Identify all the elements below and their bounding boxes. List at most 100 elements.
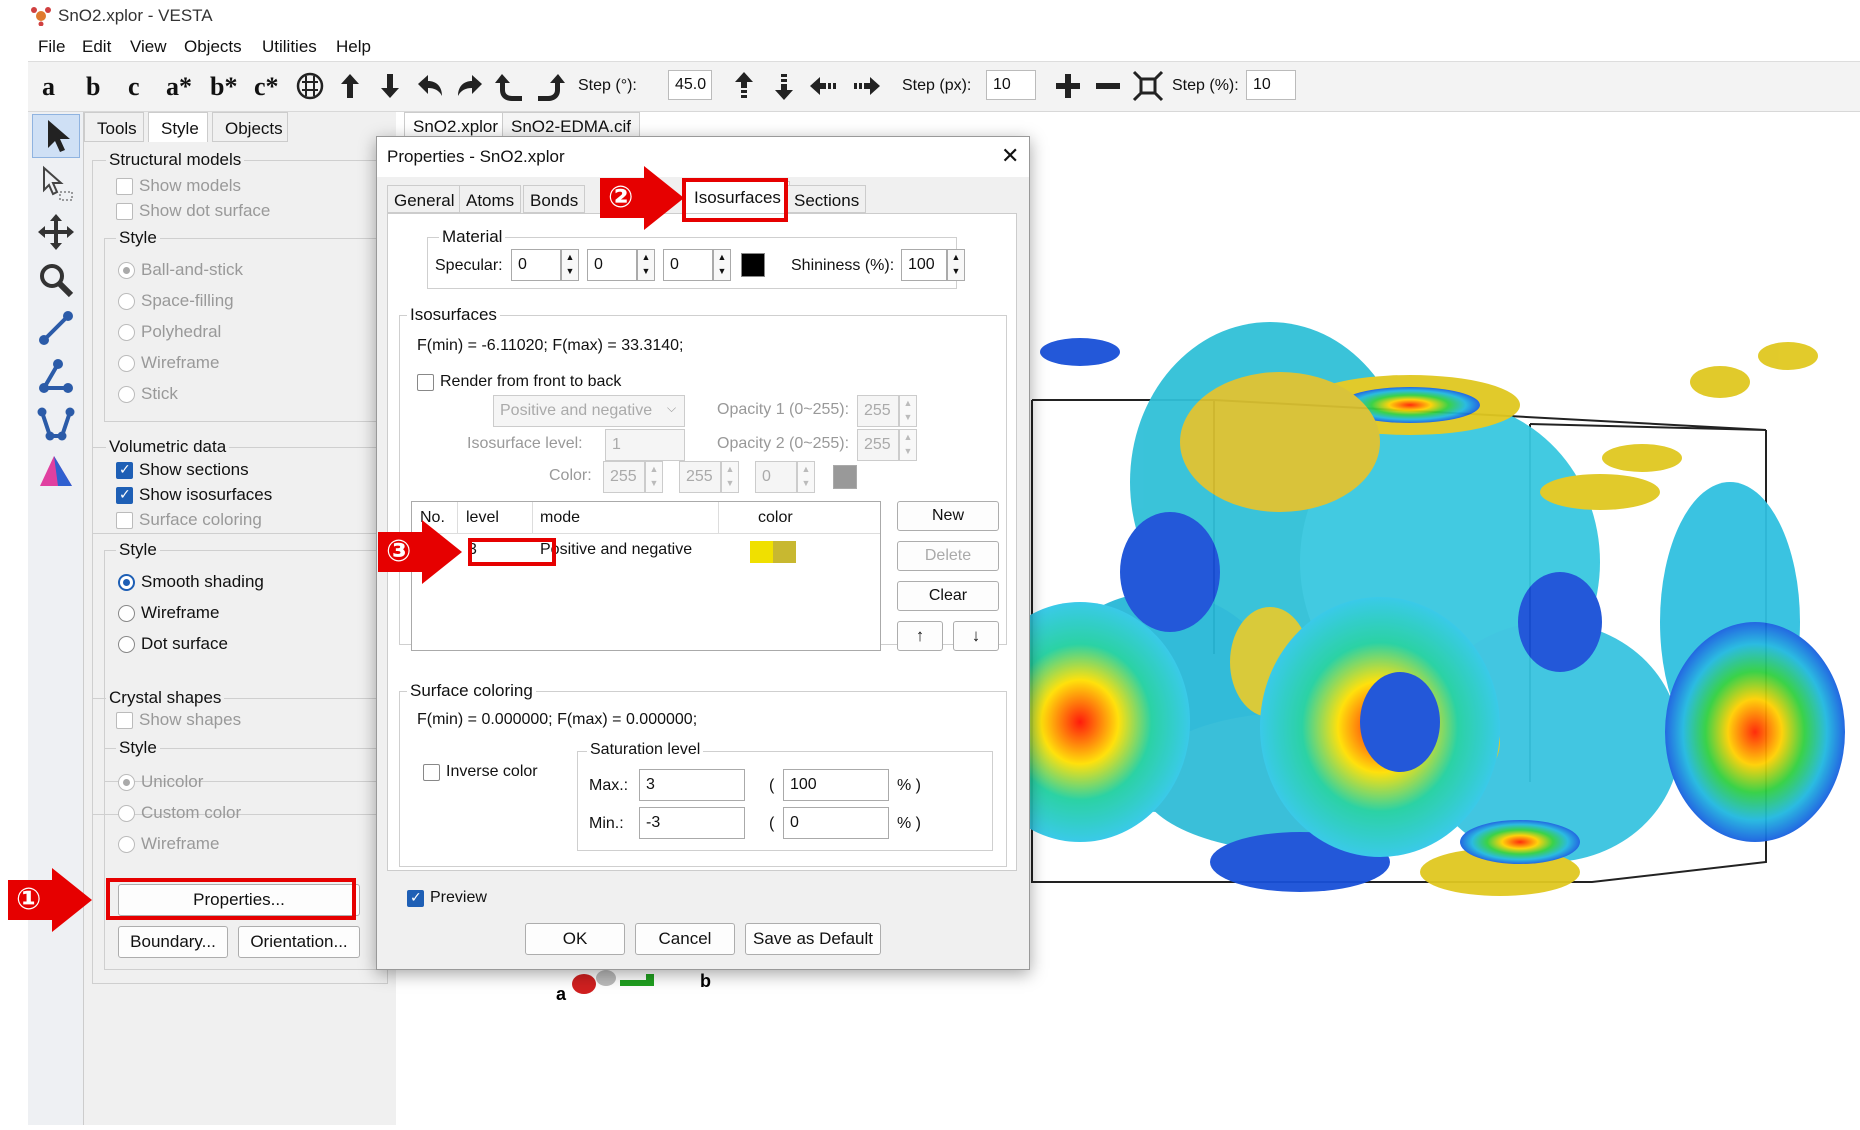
saturation-min-input[interactable]: -3 xyxy=(639,807,745,839)
lattice-plane-tool-icon[interactable] xyxy=(36,452,76,492)
show-dot-surface-checkbox[interactable]: Show dot surface xyxy=(116,201,270,221)
move-up-button[interactable]: ↑ xyxy=(897,621,943,651)
radio-wireframe-crystal[interactable]: Wireframe xyxy=(118,834,219,854)
iso-mode-select[interactable]: Positive and negative xyxy=(493,395,685,427)
surface-coloring-checkbox[interactable]: Surface coloring xyxy=(116,510,262,530)
show-sections-checkbox[interactable]: Show sections xyxy=(116,460,249,480)
specular-g-stepper[interactable]: ▲ ▼ xyxy=(637,249,655,281)
specular-r-input[interactable]: 0 xyxy=(511,249,561,281)
tab-style[interactable]: Style xyxy=(148,112,208,142)
new-button[interactable]: New xyxy=(897,501,999,531)
move-right-icon[interactable] xyxy=(850,70,882,102)
dialog-tab-sections[interactable]: Sections xyxy=(787,185,867,213)
color-g-input[interactable]: 255 xyxy=(679,461,721,493)
saturation-min-percent-input[interactable]: 0 xyxy=(783,807,889,839)
select-region-tool-icon[interactable] xyxy=(36,164,76,204)
boundary-button[interactable]: Boundary... xyxy=(118,926,228,958)
save-as-default-button[interactable]: Save as Default xyxy=(745,923,881,955)
radio-space-filling[interactable]: Space-filling xyxy=(118,291,234,311)
shininess-input[interactable]: 100 xyxy=(901,249,947,281)
view-a-button[interactable]: a xyxy=(42,72,55,102)
dihedral-tool-icon[interactable] xyxy=(36,404,76,444)
saturation-max-input[interactable]: 3 xyxy=(639,769,745,801)
select-tool-icon[interactable] xyxy=(36,116,76,156)
rotate-up-icon[interactable] xyxy=(334,70,366,102)
color-b-stepper[interactable]: ▲ ▼ xyxy=(797,461,815,493)
zoom-in-icon[interactable] xyxy=(1052,70,1084,102)
orientation-button[interactable]: Orientation... xyxy=(238,926,360,958)
show-isosurfaces-checkbox[interactable]: Show isosurfaces xyxy=(116,485,272,505)
specular-r-stepper[interactable]: ▲ ▼ xyxy=(561,249,579,281)
view-c-button[interactable]: c xyxy=(128,72,140,102)
polyhedron-view-icon[interactable] xyxy=(294,70,326,102)
close-icon[interactable]: ✕ xyxy=(1001,143,1019,169)
opacity1-input[interactable]: 255 xyxy=(857,395,899,427)
menu-objects[interactable]: Objects xyxy=(184,37,242,57)
specular-g-input[interactable]: 0 xyxy=(587,249,637,281)
color-b-input[interactable]: 0 xyxy=(755,461,797,493)
radio-smooth-shading[interactable]: Smooth shading xyxy=(118,572,264,592)
isosurface-level-input[interactable]: 1 xyxy=(605,429,685,461)
radio-wireframe-volumetric[interactable]: Wireframe xyxy=(118,603,219,623)
cancel-button[interactable]: Cancel xyxy=(635,923,735,955)
preview-checkbox[interactable]: Preview xyxy=(407,889,487,907)
dialog-tab-general[interactable]: General xyxy=(387,185,462,213)
angle-tool-icon[interactable] xyxy=(36,356,76,396)
move-left-icon[interactable] xyxy=(808,70,840,102)
move-down-icon[interactable] xyxy=(768,70,800,102)
fit-to-screen-icon[interactable] xyxy=(1132,70,1164,102)
color-r-stepper[interactable]: ▲ ▼ xyxy=(645,461,663,493)
tab-objects[interactable]: Objects xyxy=(212,112,288,142)
opacity2-stepper[interactable]: ▲ ▼ xyxy=(899,429,917,461)
dialog-tab-bonds[interactable]: Bonds xyxy=(523,185,586,213)
dialog-tab-atoms[interactable]: Atoms xyxy=(459,185,522,213)
iso-color-swatch[interactable] xyxy=(833,465,857,489)
opacity1-stepper[interactable]: ▲ ▼ xyxy=(899,395,917,427)
magnifier-tool-icon[interactable] xyxy=(36,260,76,300)
tab-tools[interactable]: Tools xyxy=(84,112,144,142)
menu-utilities[interactable]: Utilities xyxy=(262,37,317,57)
menu-edit[interactable]: Edit xyxy=(82,37,111,57)
menu-view[interactable]: View xyxy=(130,37,167,57)
step-px-input[interactable]: 10 xyxy=(986,70,1036,100)
radio-polyhedral[interactable]: Polyhedral xyxy=(118,322,221,342)
rotate-right-icon[interactable] xyxy=(454,70,486,102)
rotate-left-icon[interactable] xyxy=(414,70,446,102)
view-b-button[interactable]: b xyxy=(86,72,100,102)
specular-b-input[interactable]: 0 xyxy=(663,249,713,281)
move-down-button[interactable]: ↓ xyxy=(953,621,999,651)
zoom-out-icon[interactable] xyxy=(1092,70,1124,102)
delete-button[interactable]: Delete xyxy=(897,541,999,571)
move-up-icon[interactable] xyxy=(728,70,760,102)
color-g-stepper[interactable]: ▲ ▼ xyxy=(721,461,739,493)
ok-button[interactable]: OK xyxy=(525,923,625,955)
shininess-stepper[interactable]: ▲ ▼ xyxy=(947,249,965,281)
distance-tool-icon[interactable] xyxy=(36,308,76,348)
radio-wireframe-structure[interactable]: Wireframe xyxy=(118,353,219,373)
specular-color-swatch[interactable] xyxy=(741,253,765,277)
view-b-star-button[interactable]: b* xyxy=(210,72,237,102)
opacity2-input[interactable]: 255 xyxy=(857,429,899,461)
step-pct-input[interactable]: 10 xyxy=(1246,70,1296,100)
radio-ball-and-stick[interactable]: Ball-and-stick xyxy=(118,260,243,280)
specular-b-stepper[interactable]: ▲ ▼ xyxy=(713,249,731,281)
radio-stick[interactable]: Stick xyxy=(118,384,178,404)
saturation-max-percent-input[interactable]: 100 xyxy=(783,769,889,801)
radio-dot-surface[interactable]: Dot surface xyxy=(118,634,228,654)
view-a-star-button[interactable]: a* xyxy=(166,72,192,102)
menu-help[interactable]: Help xyxy=(336,37,371,57)
view-c-star-button[interactable]: c* xyxy=(254,72,279,102)
rotate-cw-icon[interactable] xyxy=(534,70,566,102)
menu-file[interactable]: File xyxy=(38,37,65,57)
clear-button[interactable]: Clear xyxy=(897,581,999,611)
render-front-to-back-checkbox[interactable]: Render from front to back xyxy=(417,373,621,391)
rotate-down-icon[interactable] xyxy=(374,70,406,102)
rotate-ccw-icon[interactable] xyxy=(494,70,526,102)
radio-unicolor[interactable]: Unicolor xyxy=(118,772,203,792)
inverse-color-checkbox[interactable]: Inverse color xyxy=(423,763,538,781)
radio-custom-color[interactable]: Custom color xyxy=(118,803,241,823)
translate-tool-icon[interactable] xyxy=(36,212,76,252)
show-shapes-checkbox[interactable]: Show shapes xyxy=(116,710,241,730)
step-deg-input[interactable]: 45.0 xyxy=(668,70,712,100)
show-models-checkbox[interactable]: Show models xyxy=(116,176,241,196)
